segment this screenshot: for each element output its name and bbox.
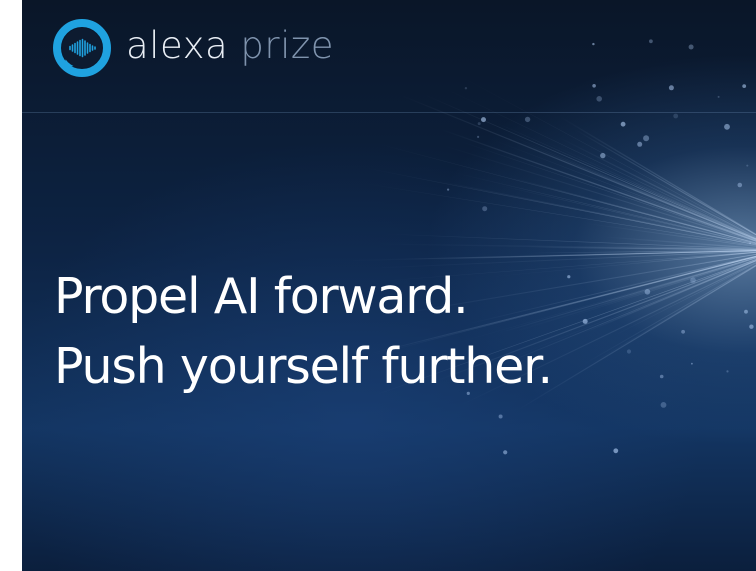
bokeh-dot — [524, 116, 531, 123]
bokeh-dot — [447, 188, 450, 191]
bokeh-dot — [477, 122, 481, 126]
hero-headline: Propel AI forward. Push yourself further… — [54, 262, 734, 402]
headline-line-1: Propel AI forward. — [54, 268, 469, 325]
bokeh-dot — [477, 135, 480, 138]
bokeh-dot — [503, 450, 508, 455]
alexa-speech-bubble-soundwave-icon — [53, 19, 111, 77]
bokeh-dot — [749, 242, 751, 245]
bokeh-dot — [643, 135, 650, 142]
bokeh-dot — [481, 117, 486, 123]
light-ray — [627, 160, 756, 236]
brand-word-prize: prize — [240, 23, 335, 67]
bokeh-dot — [498, 414, 503, 419]
headline-line-2: Push yourself further. — [54, 338, 553, 395]
bokeh-dot — [746, 164, 749, 167]
bokeh-dot — [620, 121, 626, 127]
bokeh-dot — [660, 402, 667, 408]
brand-wordmark: alexa prize — [126, 27, 334, 64]
brand-word-alexa: alexa — [126, 23, 229, 67]
hero-banner: alexa prize Propel AI forward. Push your… — [22, 0, 756, 571]
light-ray — [357, 182, 756, 247]
bokeh-dot — [482, 206, 488, 212]
site-header: alexa prize — [22, 0, 756, 113]
light-ray — [434, 142, 756, 243]
alexa-prize-logo[interactable]: alexa prize — [52, 18, 334, 78]
bokeh-dot — [637, 141, 643, 147]
bokeh-dot — [744, 309, 748, 314]
bokeh-dot — [600, 152, 606, 159]
bokeh-dot — [673, 113, 679, 119]
bokeh-dot — [724, 123, 730, 130]
bokeh-dot — [737, 182, 743, 188]
bokeh-dot — [613, 448, 619, 454]
bokeh-dot — [749, 324, 754, 329]
